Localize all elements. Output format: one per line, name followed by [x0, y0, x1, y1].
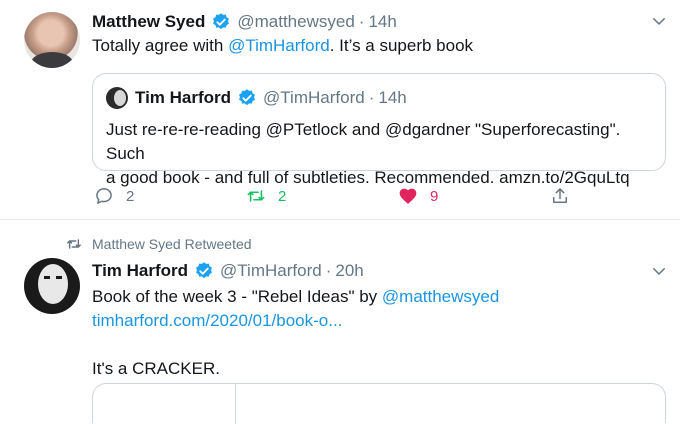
mention-link[interactable]: @TimHarford [228, 36, 330, 55]
quoted-separator: · [368, 88, 375, 107]
tweet2-text-start: Book of the week 3 - "Rebel Ideas" by [92, 287, 382, 306]
reply-count: 2 [126, 187, 135, 205]
tweet2-author-name[interactable]: Tim Harford [92, 261, 188, 281]
retweet-icon [67, 239, 81, 249]
like-count: 9 [430, 187, 439, 205]
quoted-avatar [106, 87, 128, 109]
tweet1-timestamp[interactable]: 14h [368, 12, 396, 32]
tweet2-handle[interactable]: @TimHarford [220, 261, 322, 281]
verified-badge-icon [213, 13, 230, 30]
quoted-timestamp: 14h [378, 88, 407, 107]
mention-link[interactable]: @matthewsyed [382, 287, 499, 306]
like-icon [399, 188, 417, 204]
tweet2-timestamp[interactable]: 20h [335, 261, 363, 281]
quoted-tweet-header: Tim Harford @TimHarford · 14h [135, 86, 407, 110]
chevron-down-icon[interactable] [650, 262, 668, 280]
tweet-divider [0, 219, 680, 220]
share-icon [553, 188, 567, 203]
tweet1-header: Matthew Syed @matthewsyed · 14h [92, 10, 397, 34]
tweet2-line4: It's a CRACKER. [92, 359, 220, 378]
quoted-text-line: Just re-re-re-reading @PTetlock and @dga… [106, 120, 621, 163]
tweet2-header: Tim Harford @TimHarford · 20h [92, 259, 364, 283]
quoted-tweet-text: Just re-re-re-reading @PTetlock and @dga… [106, 118, 654, 190]
share-button[interactable] [550, 184, 582, 208]
tweet1-text-end: . It’s a superb book [329, 36, 474, 55]
avatar-matthew-syed[interactable] [24, 12, 80, 68]
retweet-icon [247, 190, 265, 202]
tweet1-author-name[interactable]: Matthew Syed [92, 12, 205, 32]
verified-badge-icon [239, 89, 255, 106]
tweet1-separator: · [358, 12, 365, 31]
retweeted-by-text: Matthew Syed Retweeted [92, 236, 252, 252]
reply-button[interactable]: 2 [94, 184, 134, 208]
tweet1-handle[interactable]: @matthewsyed [237, 12, 354, 32]
quoted-tweet-card[interactable]: Tim Harford @TimHarford · 14h Just re-re… [92, 73, 666, 187]
like-button[interactable]: 9 [398, 184, 438, 208]
avatar-tim-harford[interactable] [24, 258, 80, 314]
tweet1-text-start: Totally agree with [92, 36, 229, 55]
tweet1-text: Totally agree with @TimHarford. It’s a s… [92, 36, 473, 56]
quoted-author-name: Tim Harford [135, 88, 232, 107]
link-preview-card[interactable] [92, 383, 666, 424]
verified-badge-icon [196, 262, 212, 279]
tweet2-line1: Book of the week 3 - "Rebel Ideas" by @m… [92, 285, 499, 309]
retweet-count: 2 [278, 187, 287, 205]
url-link[interactable]: timharford.com/2020/01/book-o... [92, 311, 342, 330]
tweet2-text: Book of the week 3 - "Rebel Ideas" by @m… [92, 285, 499, 381]
tweet2-separator: · [325, 261, 332, 280]
quoted-handle: @TimHarford [263, 88, 365, 107]
reply-icon [96, 188, 112, 204]
retweeted-by-label[interactable]: Matthew Syed Retweeted [66, 234, 252, 254]
retweet-button[interactable]: 2 [246, 184, 286, 208]
chevron-down-icon[interactable] [650, 12, 668, 30]
